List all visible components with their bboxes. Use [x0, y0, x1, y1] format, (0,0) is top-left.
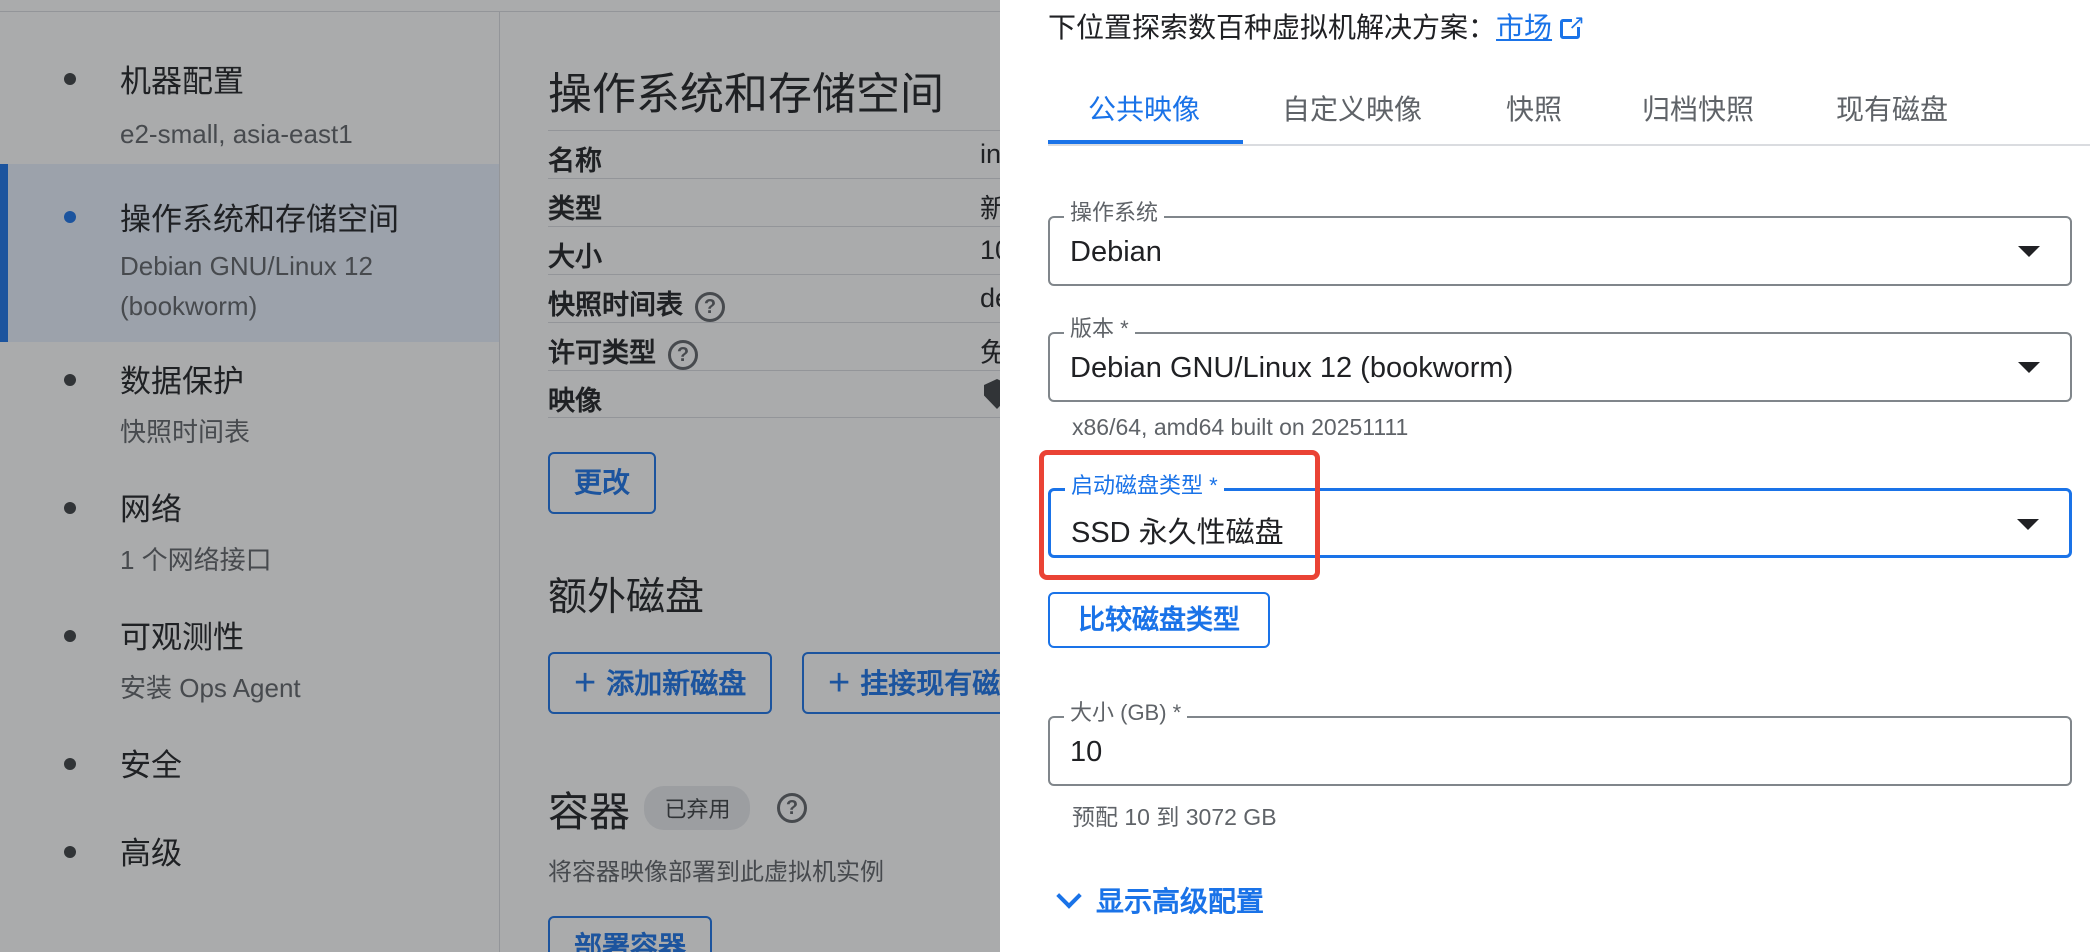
size-input[interactable]: 大小 (GB) * 10 [1048, 700, 2072, 786]
tab-existing-disks[interactable]: 现有磁盘 [1836, 88, 1948, 144]
boot-disk-type-select[interactable]: 启动磁盘类型 * SSD 永久性磁盘 [1048, 473, 2072, 558]
field-value: Debian [1070, 236, 1162, 268]
field-value: SSD 永久性磁盘 [1071, 517, 1284, 549]
external-link-icon [1560, 10, 1585, 39]
intro-text: 下位置探索数百种虚拟机解决方案： [1048, 12, 1497, 43]
image-source-tabs: 公共映像 自定义映像 快照 归档快照 现有磁盘 [1048, 78, 2090, 146]
compare-disk-types-button[interactable]: 比较磁盘类型 [1048, 592, 1270, 648]
tab-custom-images[interactable]: 自定义映像 [1282, 88, 1422, 144]
field-label: 启动磁盘类型 * [1065, 473, 1224, 499]
active-tab-indicator [1048, 140, 1243, 144]
marketplace-intro: 下位置探索数百种虚拟机解决方案：市场 [1048, 6, 1585, 46]
field-value: 10 [1070, 736, 1103, 768]
boot-disk-panel: 下位置探索数百种虚拟机解决方案：市场 公共映像 自定义映像 快照 归档快照 现有… [1000, 0, 2090, 952]
field-label: 大小 (GB) * [1064, 700, 1188, 726]
dropdown-arrow-icon [2017, 519, 2039, 530]
link-label: 显示高级配置 [1096, 886, 1265, 917]
size-hint: 预配 10 到 3072 GB [1072, 804, 1277, 830]
tab-public-images[interactable]: 公共映像 [1088, 88, 1200, 144]
field-label: 版本 * [1064, 316, 1135, 342]
chevron-down-icon [1056, 883, 1082, 909]
dropdown-arrow-icon [2018, 246, 2040, 257]
tab-archive-snapshots[interactable]: 归档快照 [1642, 88, 1754, 144]
version-hint: x86/64, amd64 built on 20251111 [1072, 414, 1409, 440]
os-select[interactable]: 操作系统 Debian [1048, 200, 2072, 286]
dropdown-arrow-icon [2018, 362, 2040, 373]
tab-snapshots[interactable]: 快照 [1506, 88, 1562, 144]
marketplace-link[interactable]: 市场 [1496, 12, 1552, 43]
field-label: 操作系统 [1064, 200, 1165, 226]
show-advanced-config-link[interactable]: 显示高级配置 [1056, 880, 1265, 920]
field-value: Debian GNU/Linux 12 (bookworm) [1070, 352, 1514, 384]
version-select[interactable]: 版本 * Debian GNU/Linux 12 (bookworm) [1048, 316, 2072, 402]
overlay-scrim[interactable] [0, 0, 1000, 952]
